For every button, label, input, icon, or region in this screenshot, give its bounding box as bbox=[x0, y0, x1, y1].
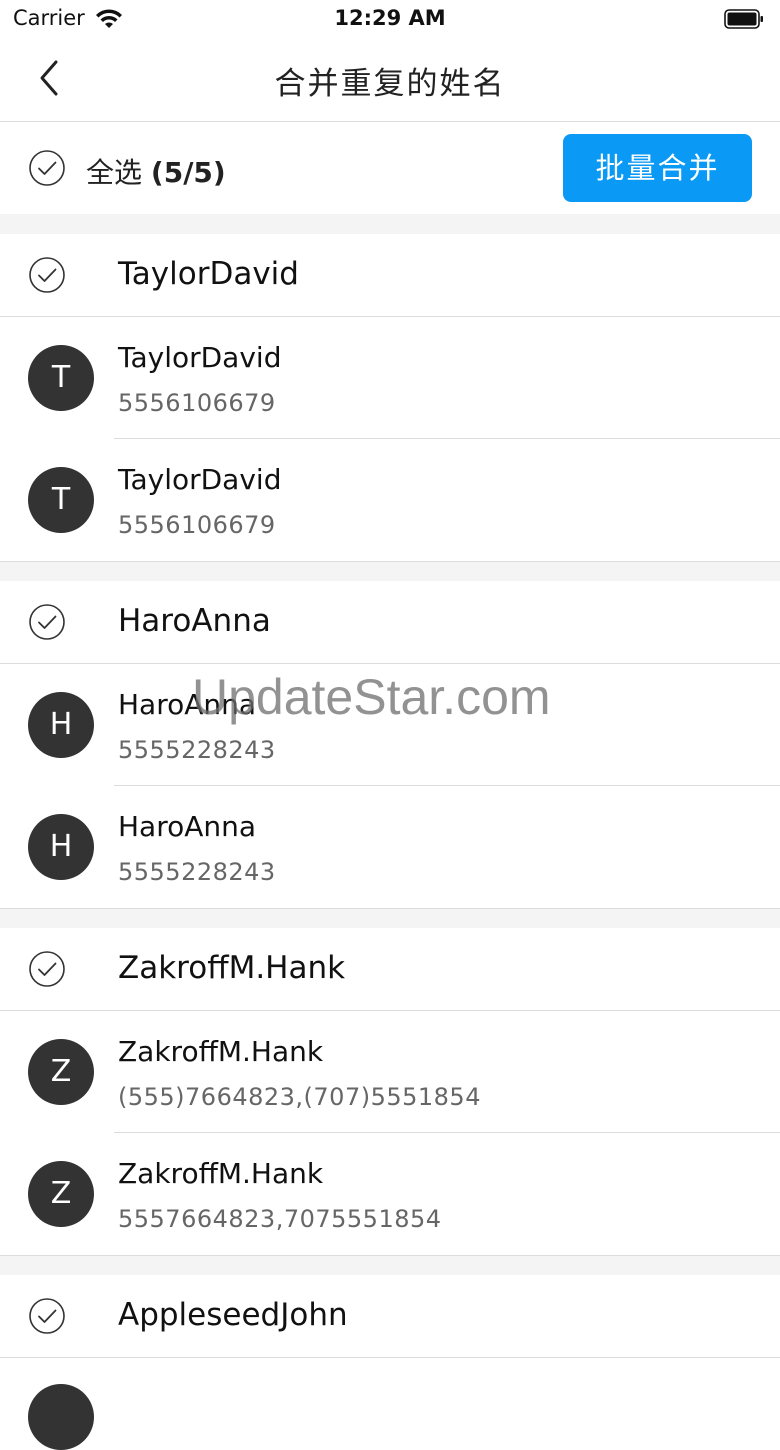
battery-icon bbox=[724, 9, 763, 29]
group-check-icon[interactable] bbox=[29, 1298, 65, 1334]
section-gap bbox=[0, 908, 780, 928]
contact-phone: 5556106679 bbox=[118, 511, 276, 539]
group-check-icon[interactable] bbox=[29, 604, 65, 640]
status-bar: Carrier 12:29 AM bbox=[0, 0, 780, 40]
group-name: HaroAnna bbox=[118, 603, 271, 639]
selection-toolbar: 全选 (5/5) 批量合并 bbox=[0, 122, 780, 214]
contact-row[interactable]: T TaylorDavid 5556106679 bbox=[0, 317, 780, 439]
contact-name: HaroAnna bbox=[118, 810, 257, 843]
avatar: Z bbox=[28, 1039, 94, 1105]
navigation-bar: 合并重复的姓名 bbox=[0, 40, 780, 122]
group-name: AppleseedJohn bbox=[118, 1297, 348, 1333]
group-header[interactable]: ZakroffM.Hank bbox=[0, 928, 780, 1011]
contact-name: TaylorDavid bbox=[118, 341, 282, 374]
contact-name: TaylorDavid bbox=[118, 463, 282, 496]
avatar: T bbox=[28, 345, 94, 411]
avatar: Z bbox=[28, 1161, 94, 1227]
select-all-check-icon[interactable] bbox=[29, 150, 65, 186]
select-all-label[interactable]: 全选 (5/5) bbox=[86, 151, 226, 191]
contact-phone: 5557664823,7075551854 bbox=[118, 1205, 442, 1233]
group-header[interactable]: AppleseedJohn bbox=[0, 1275, 780, 1358]
group-header[interactable]: TaylorDavid bbox=[0, 234, 780, 317]
group-header[interactable]: HaroAnna bbox=[0, 581, 780, 664]
avatar bbox=[28, 1384, 94, 1450]
avatar: H bbox=[28, 814, 94, 880]
contact-row[interactable]: H HaroAnna 5555228243 bbox=[0, 786, 780, 908]
contact-name: ZakroffM.Hank bbox=[118, 1035, 324, 1068]
contact-row[interactable]: T TaylorDavid 5556106679 bbox=[0, 439, 780, 561]
avatar: T bbox=[28, 467, 94, 533]
group-name: TaylorDavid bbox=[118, 256, 299, 292]
contact-phone: 5556106679 bbox=[118, 389, 276, 417]
contact-row[interactable]: Z ZakroffM.Hank 5557664823,7075551854 bbox=[0, 1133, 780, 1255]
contact-row[interactable]: Z ZakroffM.Hank (555)7664823,(707)555185… bbox=[0, 1011, 780, 1133]
select-all-text: 全选 bbox=[86, 156, 143, 189]
contact-row[interactable] bbox=[0, 1358, 780, 1450]
batch-merge-button[interactable]: 批量合并 bbox=[563, 134, 752, 202]
section-gap bbox=[0, 214, 780, 234]
select-all-count: (5/5) bbox=[150, 156, 226, 189]
section-gap bbox=[0, 1255, 780, 1275]
contact-name: HaroAnna bbox=[118, 688, 257, 721]
contact-phone: (555)7664823,(707)5551854 bbox=[118, 1083, 481, 1111]
contact-phone: 5555228243 bbox=[118, 858, 276, 886]
contact-row[interactable]: H HaroAnna 5555228243 bbox=[0, 664, 780, 786]
contact-name: ZakroffM.Hank bbox=[118, 1157, 324, 1190]
section-gap bbox=[0, 561, 780, 581]
group-check-icon[interactable] bbox=[29, 951, 65, 987]
group-name: ZakroffM.Hank bbox=[118, 950, 346, 986]
avatar: H bbox=[28, 692, 94, 758]
group-check-icon[interactable] bbox=[29, 257, 65, 293]
contact-phone: 5555228243 bbox=[118, 736, 276, 764]
status-time: 12:29 AM bbox=[334, 6, 446, 30]
page-title: 合并重复的姓名 bbox=[274, 66, 506, 102]
